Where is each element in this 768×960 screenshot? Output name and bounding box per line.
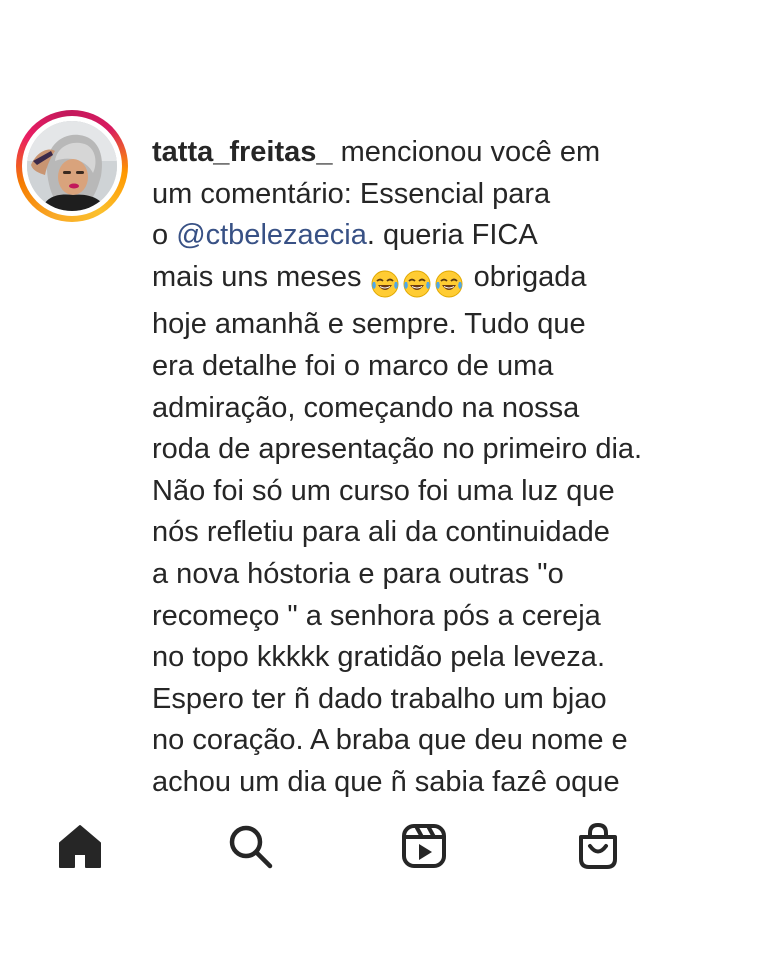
- comment-line-12: recomeço " a senhora pós a cereja: [152, 599, 601, 632]
- avatar-ring-gap: [22, 116, 122, 216]
- comment-line-9: Não foi só um curso foi uma luz que: [152, 474, 615, 507]
- comment-line-6: era detalhe foi o marco de uma: [152, 349, 554, 382]
- username[interactable]: tatta_freitas_: [152, 136, 333, 168]
- nav-shop[interactable]: [570, 818, 626, 874]
- comment-line-14: Espero ter ñ dado trabalho um bjao: [152, 682, 607, 715]
- comment-notification[interactable]: tatta_freitas_ mencionou você em um come…: [152, 132, 732, 804]
- avatar-photo: [27, 121, 117, 211]
- face-with-tears-of-joy-icon: [403, 270, 431, 298]
- shop-icon: [579, 822, 617, 869]
- comment-line-13: no topo kkkkk gratidão pela leveza.: [152, 641, 605, 674]
- avatar[interactable]: [27, 121, 117, 211]
- comment-line-5: hoje amanhã e sempre. Tudo que: [152, 308, 586, 341]
- comment-line-3: o @ctbelezaecia. queria FICA: [152, 215, 732, 257]
- comment-text: . queria FICA: [366, 219, 538, 252]
- comment-text: obrigada: [465, 260, 587, 293]
- comment-line-2: um comentário: Essencial para: [152, 177, 551, 210]
- mention-link[interactable]: @ctbelezaecia: [176, 219, 367, 251]
- nav-reels[interactable]: [396, 818, 452, 874]
- comment-line-7: admiração, começando na nossa: [152, 391, 580, 424]
- comment-line-1: tatta_freitas_ mencionou você em: [152, 132, 732, 174]
- comment-text: o: [152, 219, 177, 252]
- face-with-tears-of-joy-icon: [371, 270, 399, 298]
- comment-line-4: mais uns meses obrigada: [152, 257, 732, 305]
- comment-line-11: a nova hóstoria e para outras "o: [152, 557, 564, 590]
- emoji-group: [370, 263, 466, 305]
- comment-line-10: nós refletiu para ali da continuidade: [152, 516, 610, 549]
- avatar-story-ring[interactable]: [16, 110, 128, 222]
- face-with-tears-of-joy-icon: [435, 270, 463, 298]
- comment-line-15: no coração. A braba que deu nome e: [152, 724, 628, 757]
- nav-search[interactable]: [222, 818, 278, 874]
- search-icon: [229, 825, 273, 869]
- reels-icon: [402, 824, 446, 868]
- comment-line-8: roda de apresentação no primeiro dia.: [152, 433, 643, 466]
- comment-line-16: achou um dia que ñ sabia fazê oque: [152, 765, 620, 798]
- nav-home[interactable]: [52, 818, 108, 874]
- comment-text: mencionou você em: [332, 136, 601, 168]
- comment-text: mais uns meses: [152, 260, 370, 293]
- bottom-nav: [0, 810, 768, 880]
- home-icon: [59, 825, 101, 868]
